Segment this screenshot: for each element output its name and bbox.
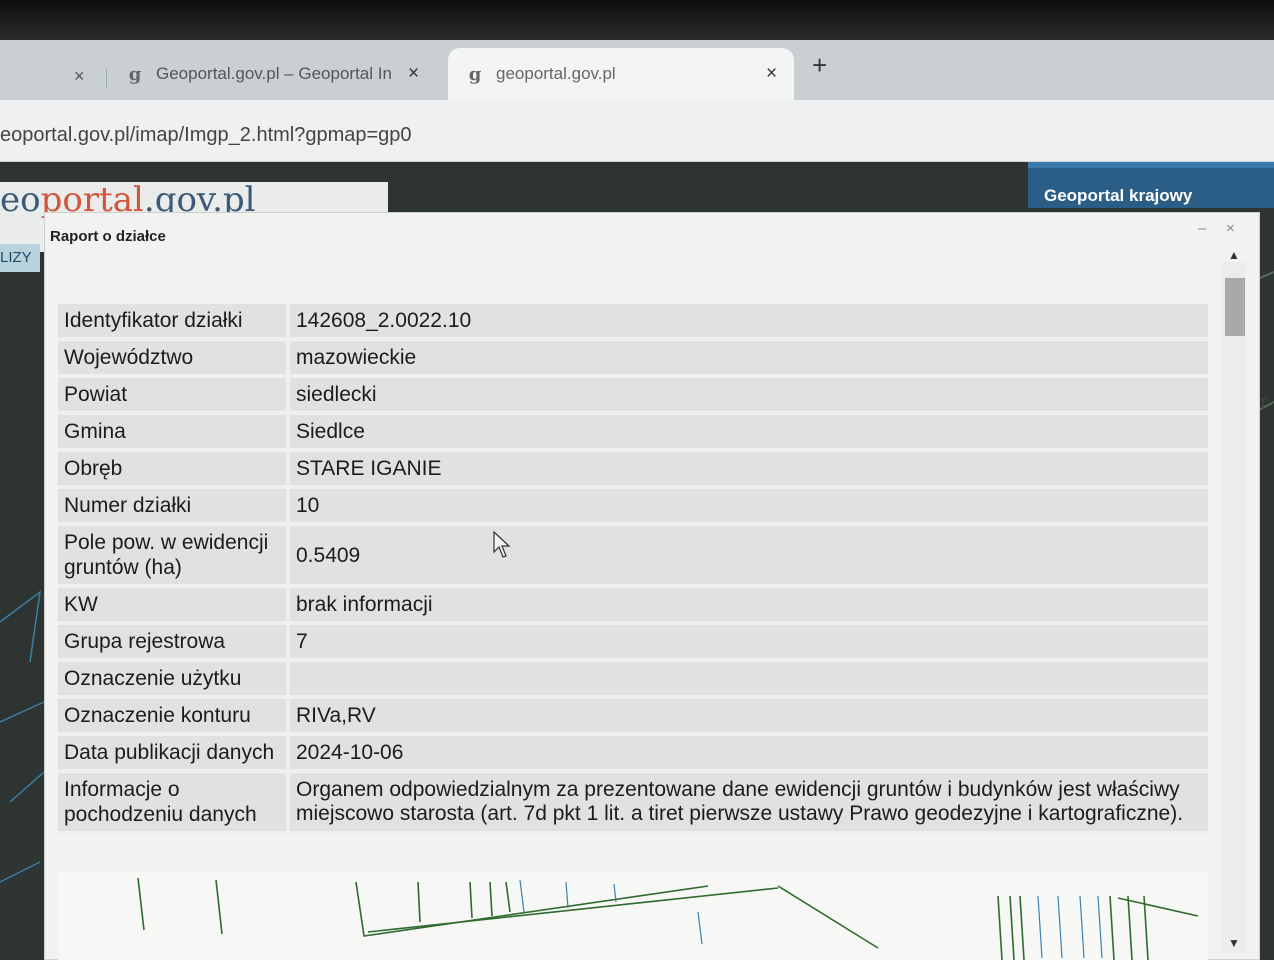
browser-tab-active[interactable]: g geoportal.gov.pl × xyxy=(448,48,794,100)
row-label: Pole pow. w ewidencji gruntów (ha) xyxy=(58,524,288,588)
side-tab-analizy[interactable]: LIZY xyxy=(0,244,40,272)
row-value: 0.5409 xyxy=(286,524,1208,588)
row-label: Grupa rejestrowa xyxy=(58,623,288,662)
tab-title: Geoportal.gov.pl – Geoportal In xyxy=(156,64,392,83)
row-label: Oznaczenie konturu xyxy=(58,697,288,736)
scroll-up-arrow-icon[interactable]: ▲ xyxy=(1228,248,1240,262)
row-value: 2024-10-06 xyxy=(286,734,1208,773)
row-label: Informacje o pochodzeniu danych xyxy=(58,771,288,835)
table-row: Numer działki 10 xyxy=(58,487,1208,526)
row-value: siedlecki xyxy=(286,376,1208,415)
geoportal-krajowy-title[interactable]: Geoportal krajowy xyxy=(1044,186,1192,206)
parcel-report-table: Identyfikator działki 142608_2.0022.10 Wo… xyxy=(58,304,1208,835)
browser-tab[interactable]: g Geoportal.gov.pl – Geoportal In × xyxy=(108,48,448,100)
screen-bezel xyxy=(0,0,1274,40)
row-label: Data publikacji danych xyxy=(58,734,288,773)
row-value: RIVa,RV xyxy=(286,697,1208,736)
new-tab-button[interactable]: + xyxy=(812,50,827,81)
table-row: Pole pow. w ewidencji gruntów (ha) 0.5409 xyxy=(58,524,1208,588)
row-value: brak informacji xyxy=(286,586,1208,625)
row-value: 142608_2.0022.10 xyxy=(286,304,1208,341)
table-row: Oznaczenie użytku xyxy=(58,660,1208,699)
row-label: Oznaczenie użytku xyxy=(58,660,288,699)
row-value xyxy=(286,660,1208,699)
geoportal-favicon-icon: g xyxy=(468,63,482,85)
table-row: Informacje o pochodzeniu danych Organem o… xyxy=(58,771,1208,835)
tab-title: geoportal.gov.pl xyxy=(496,64,616,83)
row-label: Identyfikator działki xyxy=(58,304,288,341)
table-row: Gmina Siedlce xyxy=(58,413,1208,452)
scroll-down-arrow-icon[interactable]: ▼ xyxy=(1228,936,1240,950)
tab-separator xyxy=(106,68,107,88)
row-value: STARE IGANIE xyxy=(286,450,1208,489)
row-value: Siedlce xyxy=(286,413,1208,452)
logo-text-left: eo xyxy=(0,180,41,220)
row-label: Numer działki xyxy=(58,487,288,526)
tab-close-icon[interactable]: × xyxy=(74,66,85,87)
scrollbar-thumb[interactable] xyxy=(1225,278,1245,336)
row-value: 7 xyxy=(286,623,1208,662)
row-label: Obręb xyxy=(58,450,288,489)
row-label: Województwo xyxy=(58,339,288,378)
dialog-title: Raport o działce xyxy=(50,228,166,245)
table-row: KW brak informacji xyxy=(58,586,1208,625)
table-row: Grupa rejestrowa 7 xyxy=(58,623,1208,662)
row-label: KW xyxy=(58,586,288,625)
tab-close-icon[interactable]: × xyxy=(408,63,419,85)
table-row: Województwo mazowieckie xyxy=(58,339,1208,378)
table-row: Obręb STARE IGANIE xyxy=(58,450,1208,489)
minimize-icon[interactable]: – xyxy=(1198,220,1206,237)
row-value: Organem odpowiedzialnym za prezentowane … xyxy=(286,771,1208,835)
url-field[interactable]: eoportal.gov.pl/imap/Imgp_2.html?gpmap=g… xyxy=(0,124,412,147)
parcel-map-preview[interactable] xyxy=(58,872,1208,960)
parcel-boundary-lines xyxy=(137,877,1199,960)
table-row: Oznaczenie konturu RIVa,RV xyxy=(58,697,1208,736)
table-row: Powiat siedlecki xyxy=(58,376,1208,415)
table-row: Data publikacji danych 2024-10-06 xyxy=(58,734,1208,773)
row-label: Powiat xyxy=(58,376,288,415)
tab-close-icon[interactable]: × xyxy=(766,63,777,85)
row-value: 10 xyxy=(286,487,1208,526)
row-value: mazowieckie xyxy=(286,339,1208,378)
mouse-cursor-icon xyxy=(493,530,511,558)
row-label: Gmina xyxy=(58,413,288,452)
table-row: Identyfikator działki 142608_2.0022.10 xyxy=(58,304,1208,341)
dialog-scrollbar[interactable] xyxy=(1222,262,1246,952)
close-icon[interactable]: × xyxy=(1226,220,1235,237)
geoportal-favicon-icon: g xyxy=(128,63,142,85)
